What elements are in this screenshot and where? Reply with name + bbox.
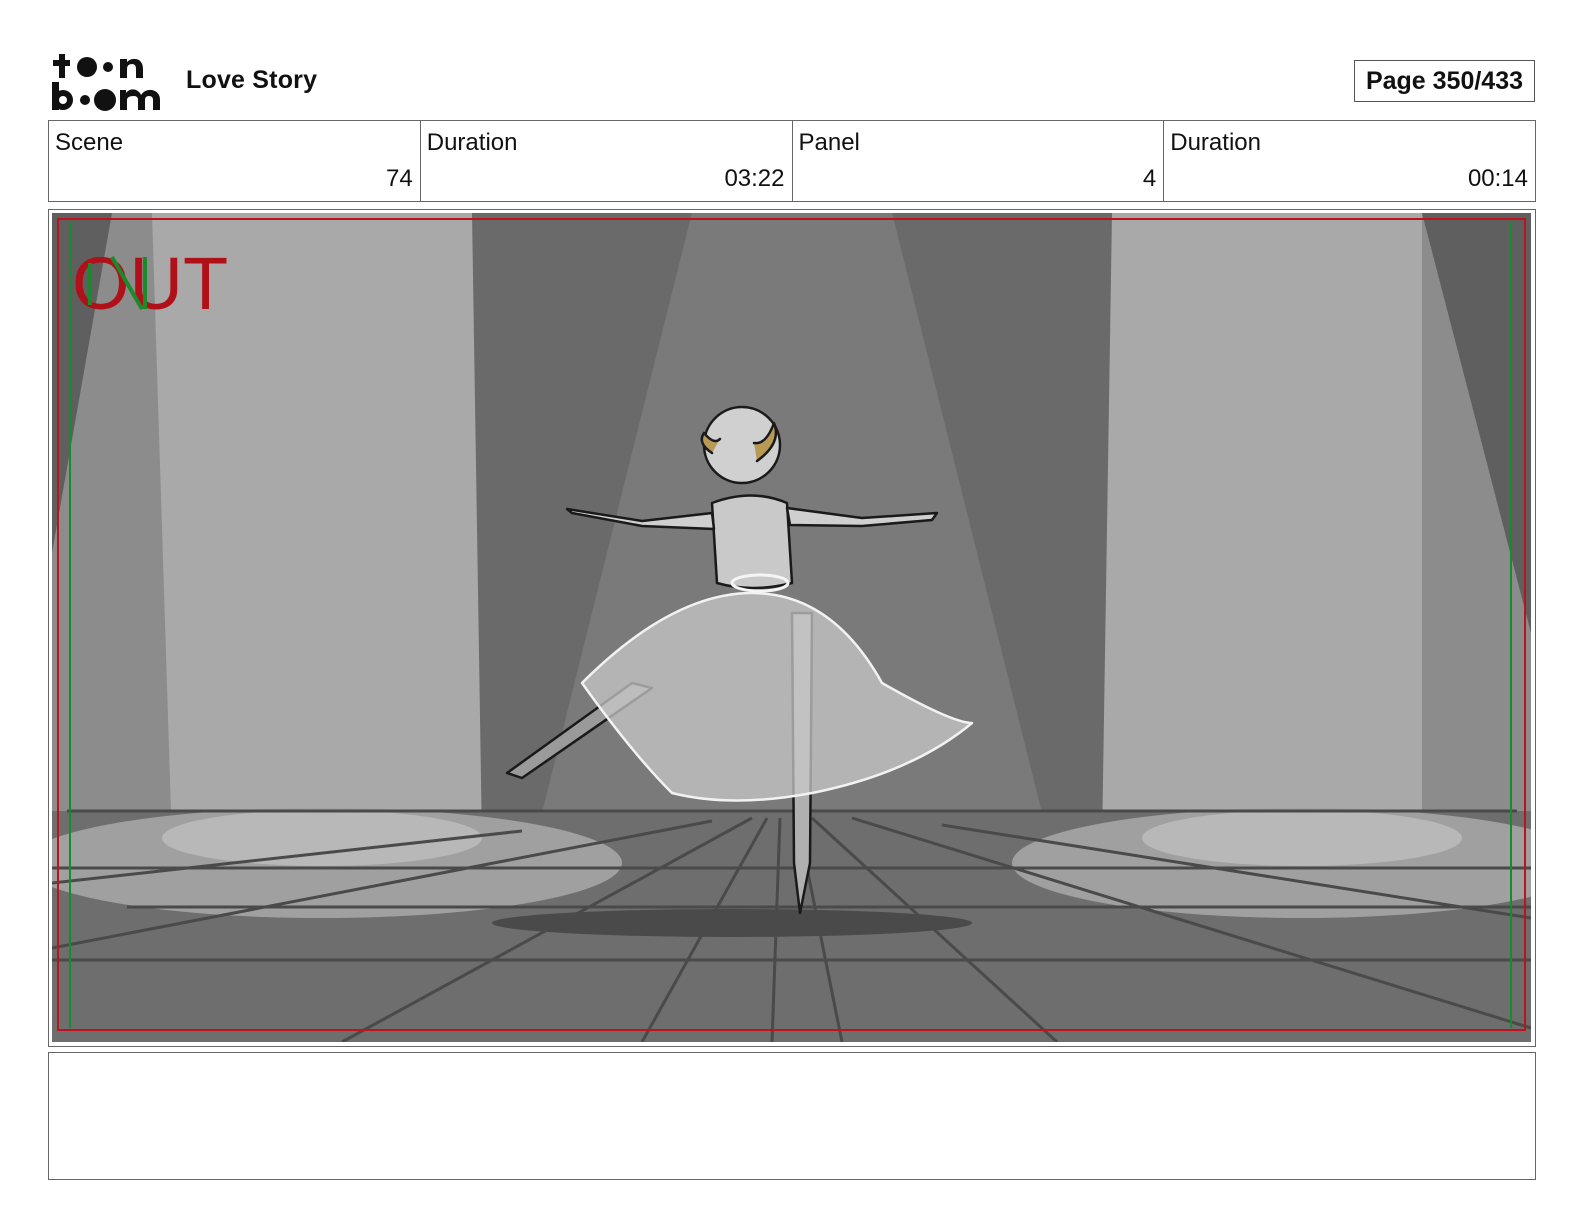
storyboard-panel: OUT [48, 209, 1536, 1047]
out-marker: OUT [72, 242, 228, 325]
panel-cell: Panel 4 [793, 121, 1165, 201]
scene-cell: Scene 74 [49, 121, 421, 201]
panel-value: 4 [1142, 165, 1157, 192]
panel-drawing: OUT [52, 213, 1531, 1042]
panel-label: Panel [798, 129, 860, 156]
panel-duration-label: Duration [1170, 129, 1261, 156]
panel-notes-box [48, 1052, 1536, 1180]
panel-duration-value: 00:14 [1467, 165, 1528, 192]
panel-duration-cell: Duration 00:14 [1164, 121, 1535, 201]
page-indicator: Page 350/433 [1354, 60, 1535, 102]
toon-boom-logo [52, 54, 160, 111]
project-title: Love Story [186, 66, 318, 94]
scene-label: Scene [55, 129, 124, 156]
dancer-shadow [492, 909, 972, 937]
scene-duration-cell: Duration 03:22 [421, 121, 793, 201]
scene-info-row: Scene 74 Duration 03:22 Panel 4 Duration… [48, 120, 1536, 202]
spotlight-beam-center-right [1102, 213, 1422, 843]
scene-duration-value: 03:22 [724, 165, 785, 192]
scene-value: 74 [386, 165, 413, 192]
scene-duration-label: Duration [426, 129, 518, 156]
